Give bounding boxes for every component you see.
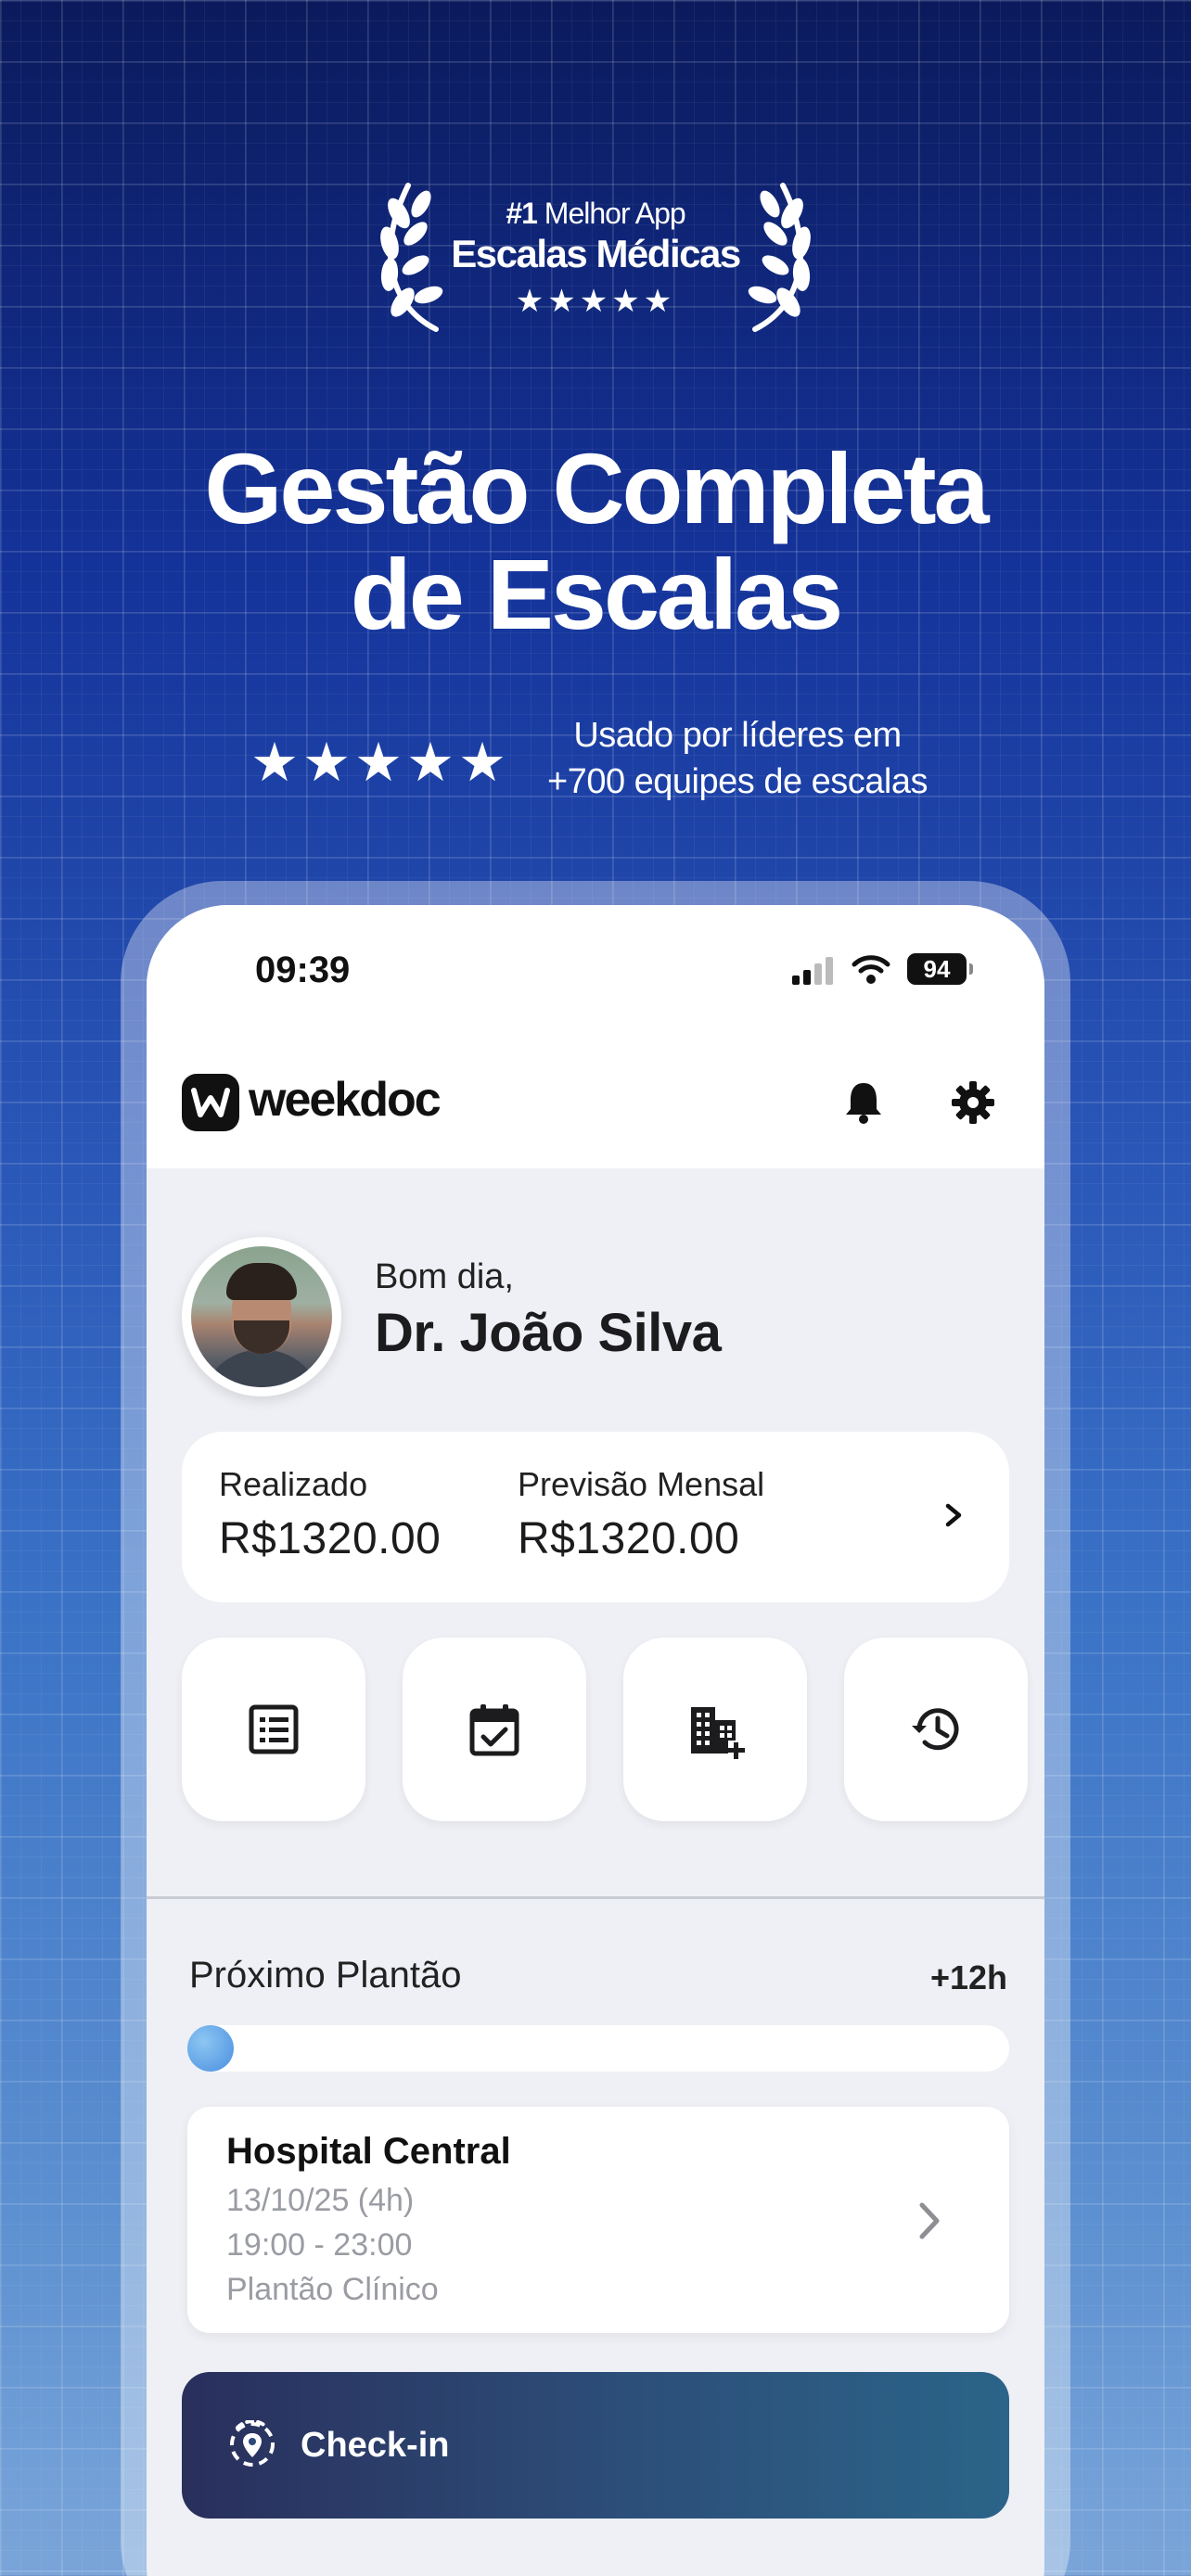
award-rank: #1 Melhor App xyxy=(0,197,1191,231)
status-bar: 09:39 94 xyxy=(147,905,1044,1035)
list-icon xyxy=(249,1704,299,1754)
forecast-value: R$1320.00 xyxy=(518,1514,740,1563)
location-pin-icon xyxy=(230,2420,275,2467)
next-shift-card[interactable]: Hospital Central 13/10/25 (4h) 19:00 - 2… xyxy=(187,2107,1009,2333)
forecast-label: Previsão Mensal xyxy=(518,1465,765,1503)
shift-date: 13/10/25 (4h) xyxy=(226,2183,415,2218)
next-shift-progress xyxy=(187,2025,1009,2072)
app-logo-text: weekdoc xyxy=(249,1073,442,1127)
greeting-text: Bom dia, xyxy=(375,1257,514,1296)
rating-stars: ★★★★★ xyxy=(250,733,510,793)
shift-type: Plantão Clínico xyxy=(226,2272,439,2307)
award-badge: #1 Melhor App Escalas Médicas ★★★★★ xyxy=(0,176,1191,343)
rating-line-2: +700 equipes de escalas xyxy=(547,762,928,801)
award-rank-number: #1 xyxy=(506,197,538,230)
progress-fill xyxy=(187,2025,234,2072)
history-icon xyxy=(912,1708,959,1751)
phone-screen: 09:39 94 weekdoc Bom dia, Dr. João Silva… xyxy=(147,905,1044,2576)
rating-row: ★★★★★ Usado por líderes em +700 equipes … xyxy=(0,712,1191,814)
rating-line-1: Usado por líderes em xyxy=(573,716,902,755)
calendar-button[interactable] xyxy=(403,1638,586,1821)
award-stars: ★★★★★ xyxy=(515,284,676,319)
shifts-list-button[interactable] xyxy=(182,1638,365,1821)
check-in-button[interactable]: Check-in xyxy=(182,2372,1009,2519)
rating-text: Usado por líderes em +700 equipes de esc… xyxy=(533,712,941,805)
building-add-icon xyxy=(691,1707,745,1759)
app-header: weekdoc xyxy=(147,1035,1044,1168)
avatar-photo xyxy=(191,1246,332,1387)
avatar[interactable] xyxy=(182,1237,341,1396)
headline-line-1: Gestão Completa xyxy=(204,432,989,544)
shift-hospital: Hospital Central xyxy=(226,2131,511,2172)
chevron-right-icon xyxy=(945,1503,962,1527)
check-in-label: Check-in xyxy=(301,2426,450,2465)
next-shift-label: Próximo Plantão xyxy=(189,1955,462,1996)
headline: Gestão Completa de Escalas xyxy=(0,436,1191,647)
calendar-check-icon xyxy=(469,1704,519,1756)
weekdoc-logo-icon xyxy=(182,1074,239,1131)
next-shift-countdown: +12h xyxy=(929,1958,1007,1996)
cellular-signal-icon xyxy=(792,957,835,985)
wifi-icon xyxy=(852,955,890,984)
award-title: Escalas Médicas xyxy=(451,232,741,275)
chevron-right-icon xyxy=(919,2202,940,2239)
status-time: 09:39 xyxy=(255,950,351,990)
add-hospital-button[interactable] xyxy=(623,1638,807,1821)
shift-time: 19:00 - 23:00 xyxy=(226,2227,413,2263)
user-name: Dr. João Silva xyxy=(375,1303,722,1363)
battery-indicator: 94 xyxy=(907,953,973,985)
history-button[interactable] xyxy=(844,1638,1028,1821)
finance-summary-card[interactable]: Realizado R$1320.00 Previsão Mensal R$13… xyxy=(182,1432,1009,1602)
realized-label: Realizado xyxy=(219,1465,368,1503)
gear-icon[interactable] xyxy=(950,1079,996,1126)
headline-line-2: de Escalas xyxy=(350,538,843,650)
section-divider xyxy=(147,1896,1044,1899)
award-rank-label: Melhor App xyxy=(544,197,686,230)
bell-icon[interactable] xyxy=(840,1079,887,1126)
realized-value: R$1320.00 xyxy=(219,1514,442,1563)
